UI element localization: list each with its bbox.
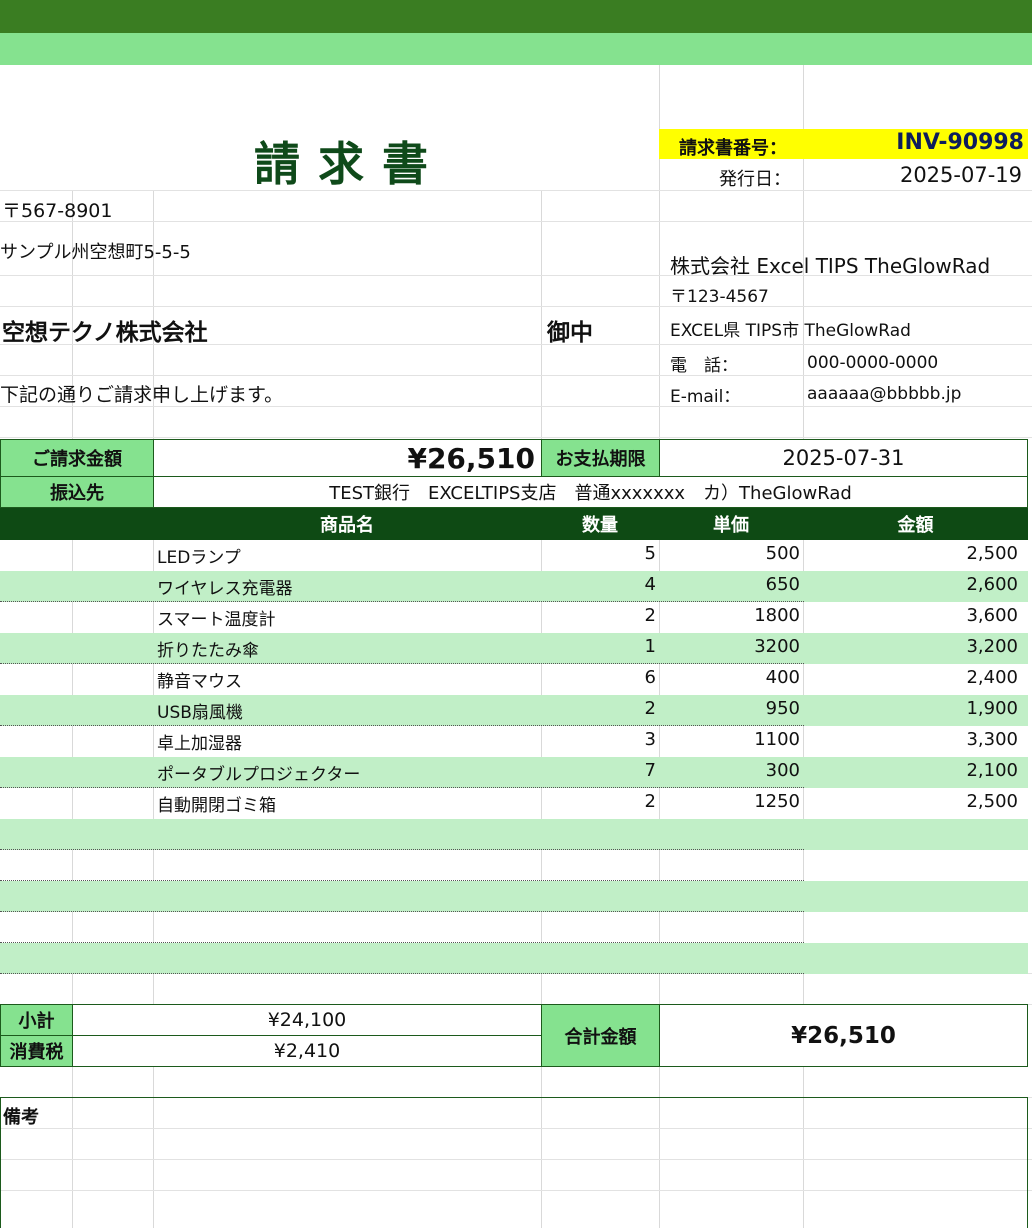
item-price-cell: 400 xyxy=(765,667,800,688)
billing-amount-cell: ¥26,510 xyxy=(153,439,542,477)
item-qty-cell: 2 xyxy=(644,605,656,626)
issuer-email: aaaaaa@bbbbb.jp xyxy=(807,384,962,404)
item-price-cell: 1800 xyxy=(754,605,800,626)
item-amount-cell: 3,300 xyxy=(966,729,1018,750)
item-qty-cell: 2 xyxy=(644,698,656,719)
item-amount-cell: 3,600 xyxy=(966,605,1018,626)
table-row xyxy=(0,912,1028,943)
issuer-tel: 000-0000-0000 xyxy=(807,353,939,373)
issuer-tel-label: 電 話： xyxy=(670,356,738,376)
item-amount-cell: 2,500 xyxy=(966,791,1018,812)
bank-cell: TEST銀行 EXCELTIPS支店 普通xxxxxxx カ）TheGlowRa… xyxy=(153,476,1028,508)
table-row xyxy=(0,943,1028,974)
table-row: スマート温度計 2 1800 3,600 xyxy=(0,602,1028,633)
table-row xyxy=(0,850,1028,881)
due-date-cell: 2025-07-31 xyxy=(659,439,1028,477)
bank-value: TEST銀行 EXCELTIPS支店 普通xxxxxxx カ）TheGlowRa… xyxy=(329,483,852,504)
item-amount-cell: 2,100 xyxy=(966,760,1018,781)
item-price-cell: 500 xyxy=(765,543,800,564)
item-amount-cell: 2,400 xyxy=(966,667,1018,688)
billing-amount-label: ご請求金額 xyxy=(0,439,154,477)
item-qty-cell: 4 xyxy=(644,574,656,595)
table-row: 卓上加湿器 3 1100 3,300 xyxy=(0,726,1028,757)
table-row: 自動開閉ゴミ箱 2 1250 2,500 xyxy=(0,788,1028,819)
issue-date-value: 2025-07-19 xyxy=(899,163,1022,187)
remarks-label: 備考 xyxy=(3,1107,39,1128)
item-name-cell: 静音マウス xyxy=(157,672,242,692)
due-date-value: 2025-07-31 xyxy=(782,446,905,470)
invoice-number-value: INV-90998 xyxy=(896,130,1024,155)
item-price-cell: 1100 xyxy=(754,729,800,750)
table-row: 折りたたみ傘 1 3200 3,200 xyxy=(0,633,1028,664)
item-price-cell: 300 xyxy=(765,760,800,781)
tax-cell: ¥2,410 xyxy=(72,1035,542,1067)
item-qty-cell: 7 xyxy=(644,760,656,781)
item-qty-cell: 5 xyxy=(644,543,656,564)
item-name-cell: スマート温度計 xyxy=(157,610,276,630)
item-name-cell: ワイヤレス充電器 xyxy=(157,579,293,599)
item-qty-cell: 3 xyxy=(644,729,656,750)
item-name-cell: LEDランプ xyxy=(157,548,241,568)
grand-total-cell: ¥26,510 xyxy=(659,1004,1028,1067)
due-date-label: お支払期限 xyxy=(541,439,660,477)
customer-address: サンプル州空想町5-5-5 xyxy=(0,242,191,263)
item-name-cell: ポータブルプロジェクター xyxy=(157,765,361,785)
item-qty-cell: 2 xyxy=(644,791,656,812)
item-amount-cell: 1,900 xyxy=(966,698,1018,719)
table-row: USB扇風機 2 950 1,900 xyxy=(0,695,1028,726)
grand-total-value: ¥26,510 xyxy=(791,1022,896,1049)
item-name-cell: 卓上加湿器 xyxy=(157,734,242,754)
customer-zip: 〒567-8901 xyxy=(2,200,113,222)
issuer-email-label: E-mail： xyxy=(670,387,741,407)
table-header-row: 商品名 数量 単価 金額 xyxy=(0,508,1028,540)
table-row: 静音マウス 6 400 2,400 xyxy=(0,664,1028,695)
table-row: LEDランプ 5 500 2,500 xyxy=(0,540,1028,571)
header-amount: 金額 xyxy=(897,515,934,536)
bank-label: 振込先 xyxy=(0,476,154,508)
row-divider xyxy=(0,973,804,974)
subtotal-cell: ¥24,100 xyxy=(72,1004,542,1036)
invoice-message: 下記の通りご請求申し上げます。 xyxy=(0,384,284,406)
item-qty-cell: 6 xyxy=(644,667,656,688)
table-row: ポータブルプロジェクター 7 300 2,100 xyxy=(0,757,1028,788)
item-name-cell: 自動開閉ゴミ箱 xyxy=(157,796,276,816)
subtotal-value: ¥24,100 xyxy=(267,1009,347,1031)
table-row xyxy=(0,819,1028,850)
issue-date-row: 発行日： 2025-07-19 xyxy=(659,160,1028,190)
issuer-company: 株式会社 Excel TIPS TheGlowRad xyxy=(670,254,991,278)
table-row: ワイヤレス充電器 4 650 2,600 xyxy=(0,571,1028,602)
item-qty-cell: 1 xyxy=(644,636,656,657)
customer-honorific: 御中 xyxy=(547,320,593,346)
subtotal-label: 小計 xyxy=(0,1004,73,1036)
grand-total-label: 合計金額 xyxy=(541,1004,660,1067)
header-qty: 数量 xyxy=(582,515,618,536)
customer-name: 空想テクノ株式会社 xyxy=(2,320,208,346)
invoice-number-row: 請求書番号： INV-90998 xyxy=(659,129,1028,159)
invoice-title: 請求書 xyxy=(254,137,446,191)
item-price-cell: 1250 xyxy=(754,791,800,812)
item-price-cell: 3200 xyxy=(754,636,800,657)
issuer-address: EXCEL県 TIPS市 TheGlowRad xyxy=(670,321,911,341)
header-item-name: 商品名 xyxy=(320,515,374,536)
table-row xyxy=(0,881,1028,912)
item-price-cell: 950 xyxy=(765,698,800,719)
top-band-light xyxy=(0,33,1032,65)
issuer-zip: 〒123-4567 xyxy=(670,287,769,307)
header-unit-price: 単価 xyxy=(713,515,749,536)
item-price-cell: 650 xyxy=(765,574,800,595)
tax-label: 消費税 xyxy=(0,1035,73,1067)
item-amount-cell: 2,500 xyxy=(966,543,1018,564)
billing-amount-value: ¥26,510 xyxy=(407,441,535,475)
remarks-box: 備考 xyxy=(0,1097,1028,1228)
top-band-dark xyxy=(0,0,1032,33)
invoice-number-label: 請求書番号： xyxy=(679,138,787,159)
item-amount-cell: 2,600 xyxy=(966,574,1018,595)
issue-date-label: 発行日： xyxy=(719,169,791,190)
item-name-cell: 折りたたみ傘 xyxy=(157,641,259,661)
item-amount-cell: 3,200 xyxy=(966,636,1018,657)
item-name-cell: USB扇風機 xyxy=(157,703,243,723)
tax-value: ¥2,410 xyxy=(273,1040,341,1062)
